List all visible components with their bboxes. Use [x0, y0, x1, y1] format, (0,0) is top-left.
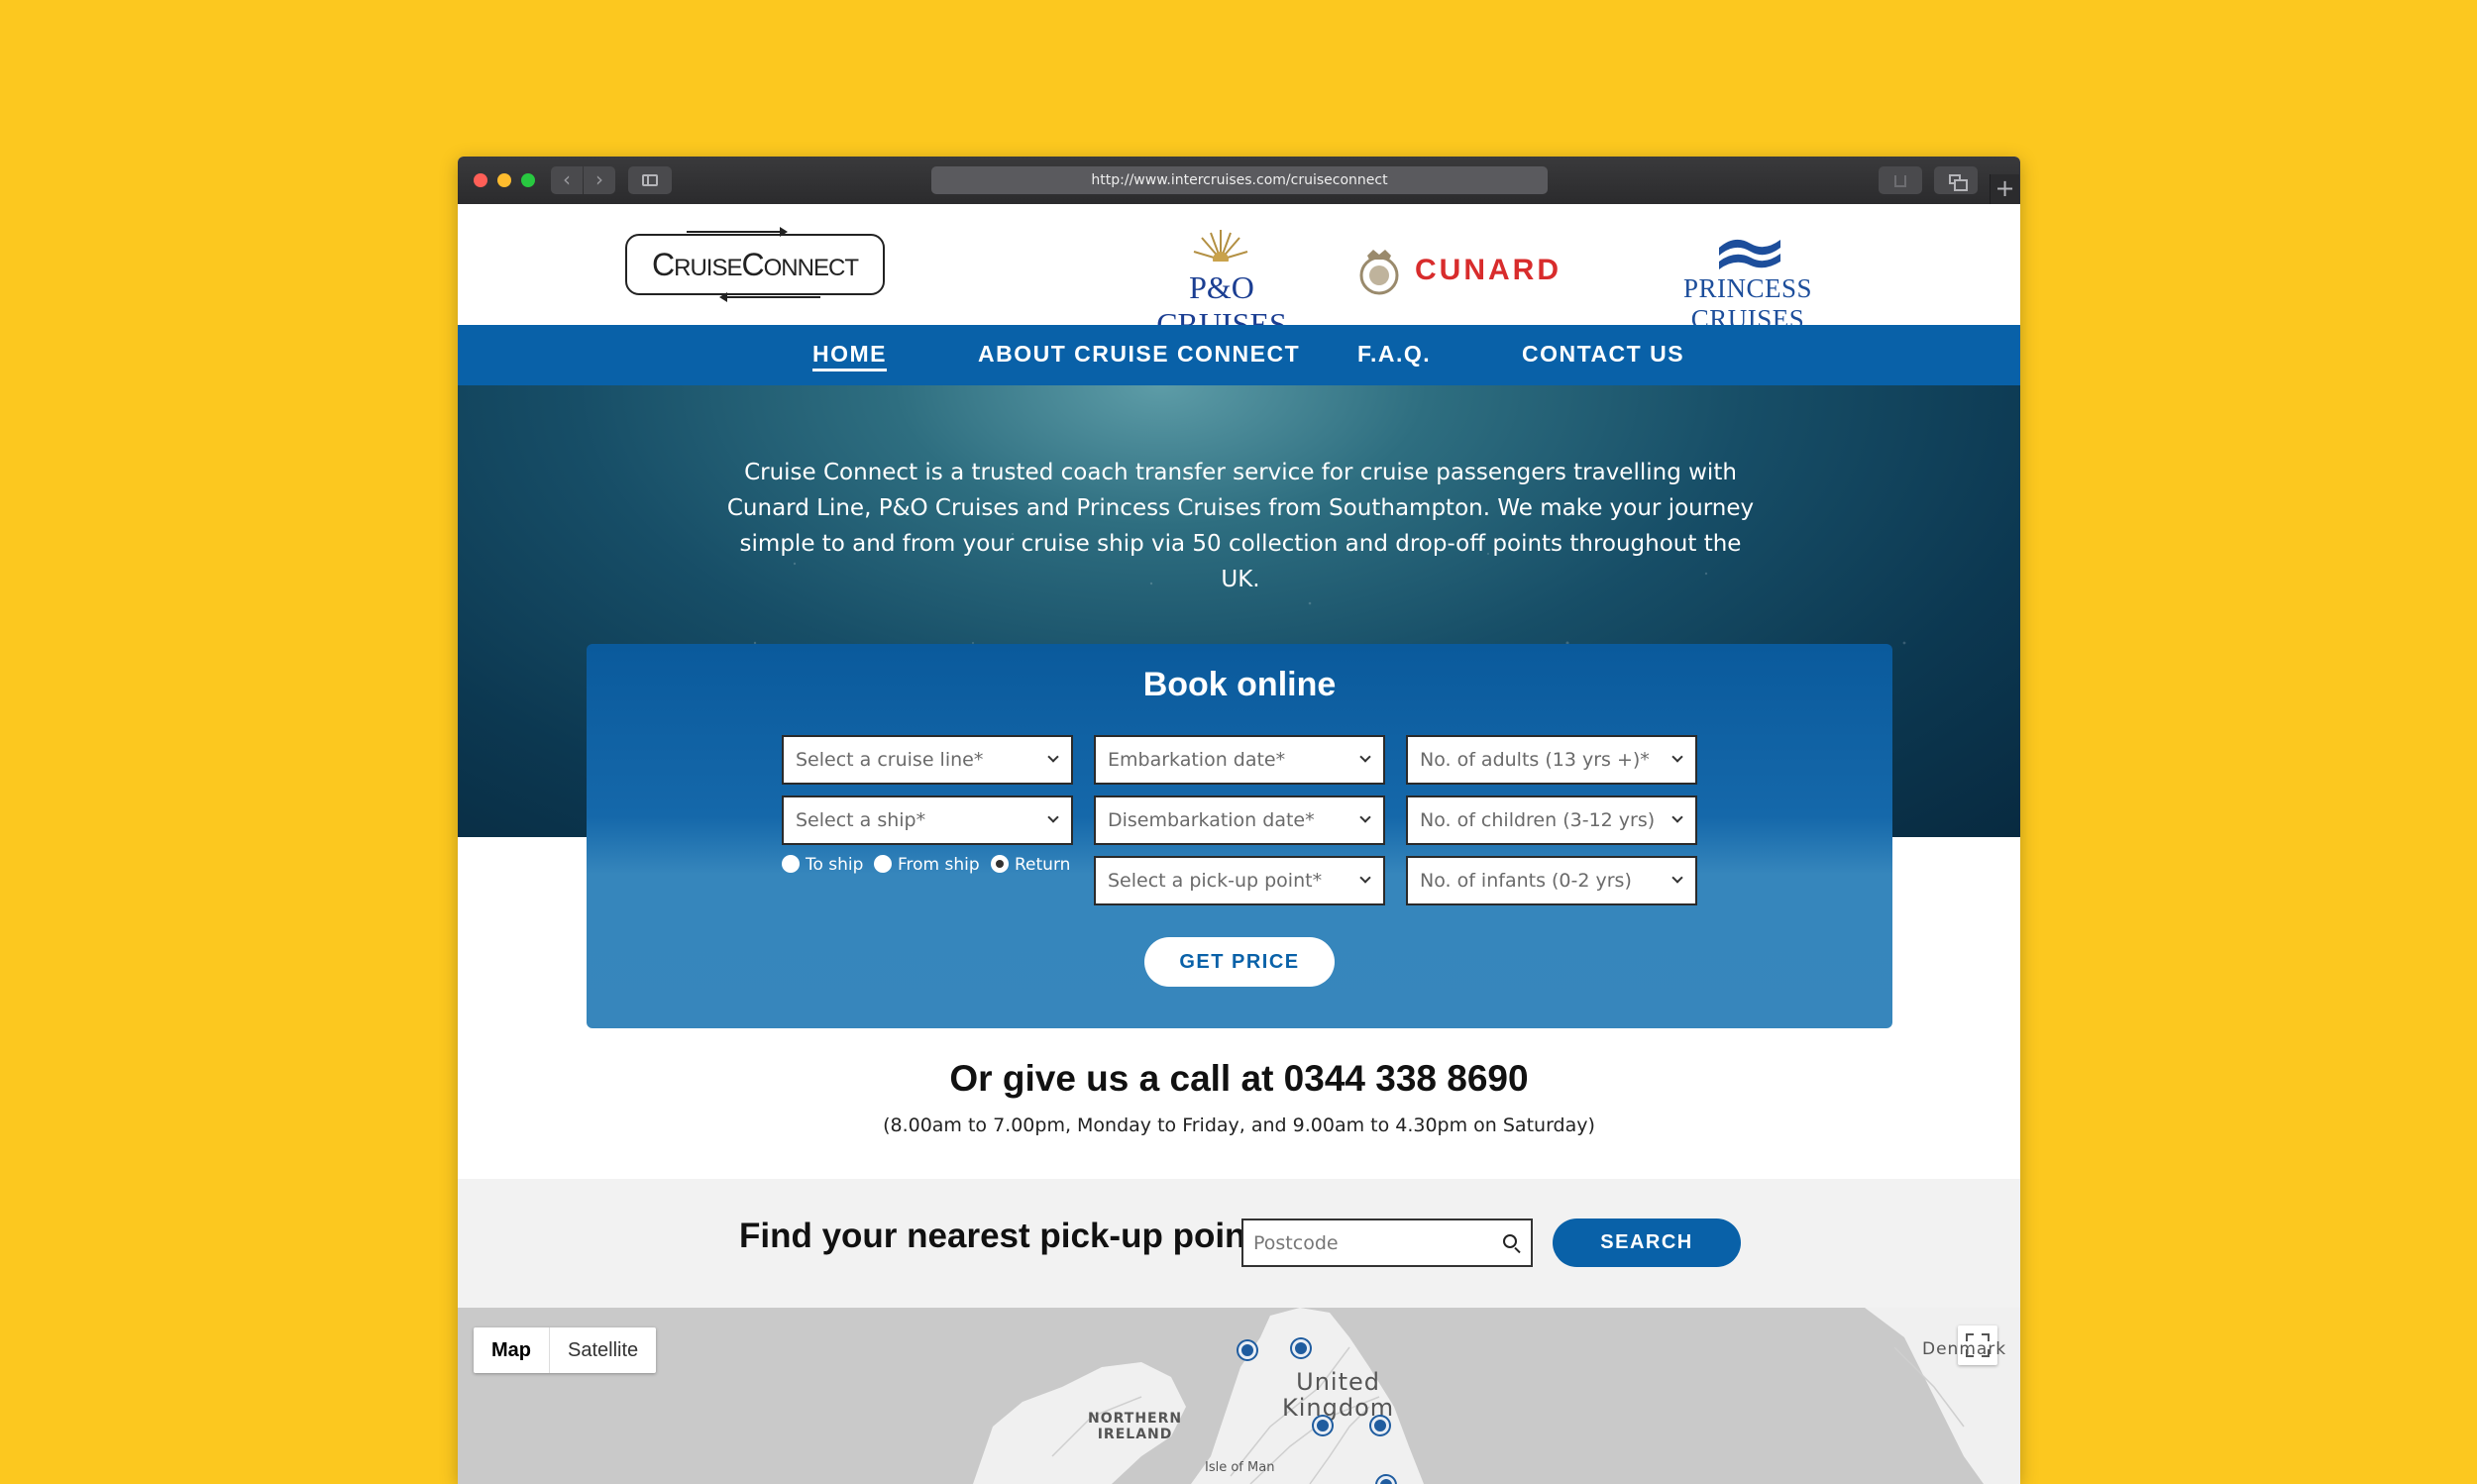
arrow-right-icon [687, 227, 788, 237]
nav-home[interactable]: HOME [812, 341, 887, 371]
map-type-toggle: Map Satellite [474, 1327, 657, 1373]
share-button[interactable] [1879, 166, 1922, 194]
chevron-down-icon [1047, 811, 1059, 823]
zoom-window-button[interactable] [521, 173, 535, 187]
children-select[interactable]: No. of children (3-12 yrs) [1406, 795, 1697, 845]
back-button[interactable]: ‹ [551, 166, 583, 194]
cunard-wordmark: CUNARD [1415, 254, 1562, 286]
map-label-northern-ireland: NORTHERN IRELAND [1088, 1411, 1183, 1442]
map-type-satellite[interactable]: Satellite [550, 1327, 656, 1373]
ship-select-label: Select a ship* [796, 809, 926, 831]
finder-title: Find your nearest pick-up point [739, 1217, 1258, 1255]
adults-select-label: No. of adults (13 yrs +)* [1420, 749, 1650, 771]
arrow-left-icon [719, 292, 820, 302]
hero-description: Cruise Connect is a trusted coach transf… [726, 460, 1755, 592]
pickup-point-select[interactable]: Select a pick-up point* [1094, 856, 1385, 905]
opening-hours: (8.00am to 7.00pm, Monday to Friday, and… [883, 1114, 1595, 1136]
new-tab-button[interactable]: + [1990, 174, 2019, 204]
close-window-button[interactable] [474, 173, 487, 187]
main-nav: HOME ABOUT CRUISE CONNECT F.A.Q. CONTACT… [458, 325, 2020, 385]
get-price-button[interactable]: GET PRICE [1144, 937, 1335, 987]
search-button[interactable]: SEARCH [1553, 1219, 1741, 1267]
cruise-line-select-label: Select a cruise line* [796, 749, 984, 771]
disembarkation-date-label: Disembarkation date* [1108, 809, 1315, 831]
chevron-down-icon [1359, 751, 1371, 763]
pickup-map[interactable]: Map Satellite United Kingdom NORTHERN IR… [458, 1308, 2020, 1484]
children-select-label: No. of children (3-12 yrs) [1420, 809, 1656, 831]
infants-select[interactable]: No. of infants (0-2 yrs) [1406, 856, 1697, 905]
map-pin[interactable] [1371, 1417, 1389, 1434]
radio-return-label: Return [1015, 855, 1071, 875]
map-label-denmark: Denmark [1922, 1339, 2007, 1359]
site-header: CRUISECONNECT P&O CRUISES CUNARD PRINCES… [458, 204, 2020, 342]
map-pin[interactable] [1314, 1417, 1332, 1434]
share-icon [1894, 175, 1906, 187]
chevron-down-icon [1359, 872, 1371, 884]
cunard-logo: CUNARD [1353, 246, 1591, 301]
radio-to-ship-label: To ship [806, 855, 864, 875]
chevron-down-icon [1671, 872, 1683, 884]
infants-select-label: No. of infants (0-2 yrs) [1420, 870, 1632, 892]
logo-text: CRUISECONNECT [652, 247, 859, 282]
tabs-icon [1949, 174, 1968, 191]
chevron-down-icon [1671, 751, 1683, 763]
chevron-down-icon [1359, 811, 1371, 823]
minimize-window-button[interactable] [497, 173, 511, 187]
chevron-down-icon [1671, 811, 1683, 823]
call-heading: Or give us a call at 0344 338 8690 [949, 1058, 1529, 1099]
booking-title: Book online [1142, 666, 1337, 703]
sunburst-icon [1192, 230, 1249, 269]
radio-icon [782, 855, 800, 873]
nav-about[interactable]: ABOUT CRUISE CONNECT [978, 341, 1300, 368]
princess-cruises-logo: PRINCESS CRUISES [1631, 234, 1865, 334]
radio-selected-icon [991, 855, 1009, 873]
search-icon[interactable] [1503, 1234, 1517, 1248]
disembarkation-date-select[interactable]: Disembarkation date* [1094, 795, 1385, 845]
sidebar-icon [642, 174, 658, 186]
map-label-isle-of-man: Isle of Man [1205, 1460, 1275, 1475]
embarkation-date-select[interactable]: Embarkation date* [1094, 735, 1385, 785]
nav-faq[interactable]: F.A.Q. [1357, 341, 1431, 368]
map-tiles [973, 1308, 2020, 1484]
map-type-map[interactable]: Map [474, 1327, 550, 1373]
browser-window: ‹ › http://www.intercruises.com/cruiseco… [458, 157, 2020, 1484]
seawitch-wave-icon [1719, 239, 1780, 269]
cunard-crest-icon [1359, 250, 1399, 295]
sidebar-toggle-button[interactable] [628, 166, 672, 194]
show-tabs-button[interactable] [1934, 166, 1978, 194]
postcode-input[interactable] [1253, 1228, 1491, 1258]
nav-contact[interactable]: CONTACT US [1522, 341, 1684, 368]
radio-from-ship[interactable]: From ship [874, 854, 980, 878]
adults-select[interactable]: No. of adults (13 yrs +)* [1406, 735, 1697, 785]
embarkation-date-label: Embarkation date* [1108, 749, 1286, 771]
address-bar[interactable]: http://www.intercruises.com/cruiseconnec… [931, 166, 1548, 194]
map-pin[interactable] [1292, 1339, 1310, 1357]
map-label-uk: United Kingdom [1282, 1368, 1395, 1422]
po-cruises-logo: P&O CRUISES [1128, 230, 1316, 342]
radio-return[interactable]: Return [991, 854, 1070, 878]
pickup-finder: Find your nearest pick-up point SEARCH [458, 1179, 2020, 1308]
radio-icon [874, 855, 892, 873]
cruiseconnect-logo[interactable]: CRUISECONNECT [625, 227, 885, 302]
cruise-line-select[interactable]: Select a cruise line* [782, 735, 1073, 785]
map-pin[interactable] [1238, 1341, 1256, 1359]
radio-to-ship[interactable]: To ship [782, 854, 863, 878]
forward-button[interactable]: › [584, 166, 615, 194]
postcode-field[interactable] [1241, 1219, 1533, 1267]
ship-select[interactable]: Select a ship* [782, 795, 1073, 845]
radio-from-ship-label: From ship [898, 855, 980, 875]
browser-toolbar: ‹ › http://www.intercruises.com/cruiseco… [458, 157, 2020, 204]
chevron-down-icon [1047, 751, 1059, 763]
pickup-point-label: Select a pick-up point* [1108, 870, 1323, 892]
booking-form: Book online Select a cruise line* Embark… [587, 644, 1892, 1028]
